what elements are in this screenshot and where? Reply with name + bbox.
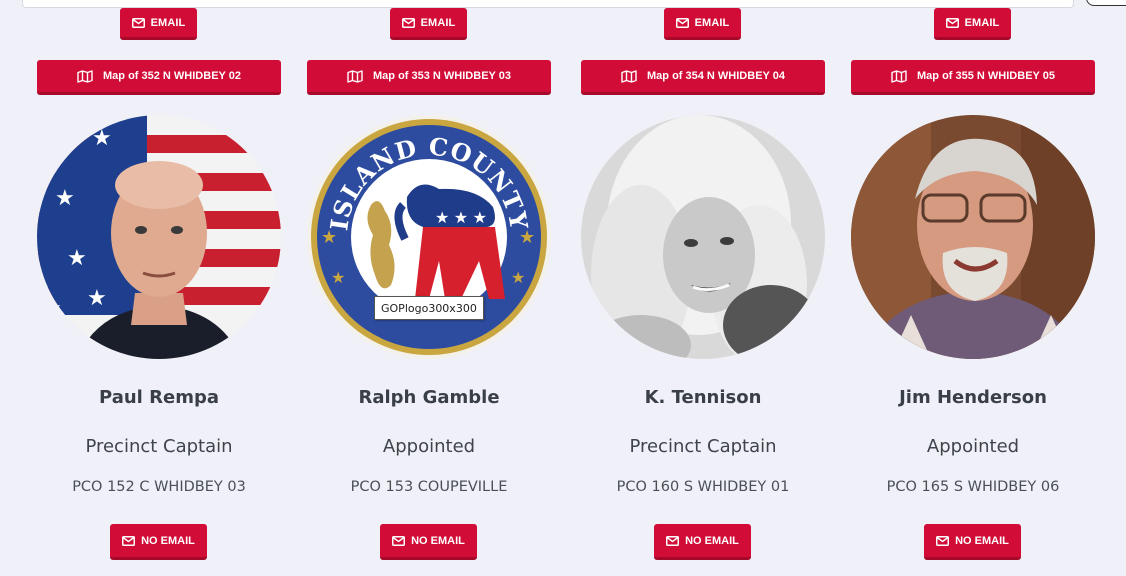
no-email-button[interactable]: NO EMAIL [380, 524, 477, 560]
no-email-button[interactable]: NO EMAIL [110, 524, 207, 560]
svg-text:★: ★ [92, 125, 112, 150]
envelope-icon [675, 17, 689, 28]
svg-text:★: ★ [87, 285, 107, 310]
image-tooltip: GOPlogo300x300 [374, 296, 484, 320]
map-icon [891, 69, 907, 83]
member-card-ralph-gamble: EMAIL Map of 353 N WHIDBEY 03 ISLAND COU… [307, 0, 551, 576]
member-role: Appointed [382, 436, 476, 457]
map-button[interactable]: Map of 352 N WHIDBEY 02 [37, 60, 281, 95]
svg-text:★: ★ [331, 270, 345, 287]
member-photo [851, 115, 1095, 359]
member-name: K. Tennison [644, 387, 762, 408]
member-pco: PCO 160 S WHIDBEY 01 [616, 479, 790, 495]
member-photo: ★ ★ ★ ★ ★ ★ [37, 115, 281, 359]
map-icon [347, 69, 363, 83]
map-button-label: Map of 354 N WHIDBEY 04 [647, 70, 785, 82]
svg-text:★: ★ [67, 245, 87, 270]
member-card-k-tennison: EMAIL Map of 354 N WHIDBEY 04 K. Tenniso… [581, 0, 825, 576]
email-button[interactable]: EMAIL [120, 8, 197, 40]
member-name: Ralph Gamble [358, 387, 500, 408]
email-button-label: EMAIL [694, 16, 730, 29]
svg-text:★: ★ [47, 135, 67, 160]
email-button-label: EMAIL [964, 16, 1000, 29]
map-icon [621, 69, 637, 83]
email-button[interactable]: EMAIL [934, 8, 1011, 40]
member-name: Jim Henderson [899, 387, 1047, 408]
svg-text:★: ★ [321, 227, 337, 247]
email-button[interactable]: EMAIL [390, 8, 467, 40]
envelope-icon [666, 535, 680, 546]
email-button-label: EMAIL [420, 16, 456, 29]
svg-text:★ ★ ★: ★ ★ ★ [435, 210, 487, 227]
island-county-gop-logo: ISLAND COUNTY REPUBLICAN PARTY ★ ★ ★ ★ ★… [307, 115, 551, 359]
no-email-button-label: NO EMAIL [955, 534, 1009, 547]
map-button[interactable]: Map of 353 N WHIDBEY 03 [307, 60, 551, 95]
map-button[interactable]: Map of 355 N WHIDBEY 05 [851, 60, 1095, 95]
member-role: Appointed [926, 436, 1020, 457]
svg-text:★: ★ [519, 227, 535, 247]
member-name: Paul Rempa [99, 387, 219, 408]
map-button-label: Map of 352 N WHIDBEY 02 [103, 70, 241, 82]
no-email-button[interactable]: NO EMAIL [654, 524, 751, 560]
envelope-icon [392, 535, 406, 546]
envelope-icon [936, 535, 950, 546]
svg-text:★: ★ [511, 270, 525, 287]
map-button[interactable]: Map of 354 N WHIDBEY 04 [581, 60, 825, 95]
envelope-icon [131, 17, 145, 28]
member-pco: PCO 153 COUPEVILLE [350, 479, 508, 495]
no-email-button[interactable]: NO EMAIL [924, 524, 1021, 560]
email-button[interactable]: EMAIL [664, 8, 741, 40]
member-card-jim-henderson: EMAIL Map of 355 N WHIDBEY 05 Jim Hender… [851, 0, 1095, 576]
envelope-icon [945, 17, 959, 28]
envelope-icon [401, 17, 415, 28]
member-card-paul-rempa: EMAIL Map of 352 N WHIDBEY 02 ★ ★ ★ ★ ★ … [37, 0, 281, 576]
member-pco: PCO 152 C WHIDBEY 03 [72, 479, 246, 495]
map-button-label: Map of 355 N WHIDBEY 05 [917, 70, 1055, 82]
member-role: Precinct Captain [629, 436, 777, 457]
envelope-icon [122, 535, 136, 546]
member-photo [581, 115, 825, 359]
svg-text:★: ★ [42, 295, 62, 320]
member-role: Precinct Captain [85, 436, 233, 457]
member-photo: ISLAND COUNTY REPUBLICAN PARTY ★ ★ ★ ★ ★… [307, 115, 551, 359]
email-button-label: EMAIL [150, 16, 186, 29]
map-icon [77, 69, 93, 83]
member-pco: PCO 165 S WHIDBEY 06 [886, 479, 1060, 495]
svg-text:★: ★ [55, 185, 75, 210]
no-email-button-label: NO EMAIL [685, 534, 739, 547]
no-email-button-label: NO EMAIL [411, 534, 465, 547]
map-button-label: Map of 353 N WHIDBEY 03 [373, 70, 511, 82]
no-email-button-label: NO EMAIL [141, 534, 195, 547]
